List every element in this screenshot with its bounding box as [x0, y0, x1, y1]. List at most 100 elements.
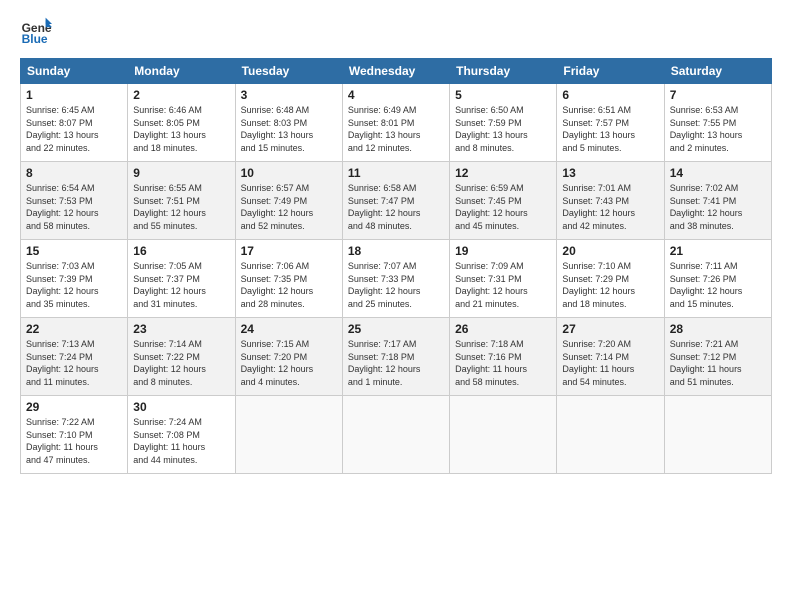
week-row-5: 29Sunrise: 7:22 AM Sunset: 7:10 PM Dayli… — [21, 396, 772, 474]
day-number: 2 — [133, 88, 229, 102]
day-cell: 6 Sunrise: 6:51 AM Sunset: 7:57 PM Daylig… — [557, 84, 664, 162]
calendar-table: SundayMondayTuesdayWednesdayThursdayFrid… — [20, 58, 772, 474]
week-row-3: 15 Sunrise: 7:03 AM Sunset: 7:39 PM Dayli… — [21, 240, 772, 318]
day-cell: 23 Sunrise: 7:14 AM Sunset: 7:22 PM Dayli… — [128, 318, 235, 396]
day-cell: 7 Sunrise: 6:53 AM Sunset: 7:55 PM Daylig… — [664, 84, 771, 162]
col-header-monday: Monday — [128, 59, 235, 84]
day-info: Sunrise: 7:17 AM Sunset: 7:18 PM Dayligh… — [348, 338, 444, 388]
day-info: Sunrise: 6:51 AM Sunset: 7:57 PM Dayligh… — [562, 104, 658, 154]
day-info: Sunrise: 7:20 AM Sunset: 7:14 PM Dayligh… — [562, 338, 658, 388]
day-info: Sunrise: 6:59 AM Sunset: 7:45 PM Dayligh… — [455, 182, 551, 232]
day-cell — [664, 396, 771, 474]
day-info: Sunrise: 6:54 AM Sunset: 7:53 PM Dayligh… — [26, 182, 122, 232]
day-info: Sunrise: 6:57 AM Sunset: 7:49 PM Dayligh… — [241, 182, 337, 232]
day-number: 23 — [133, 322, 229, 336]
day-info: Sunrise: 6:46 AM Sunset: 8:05 PM Dayligh… — [133, 104, 229, 154]
day-info: Sunrise: 7:01 AM Sunset: 7:43 PM Dayligh… — [562, 182, 658, 232]
day-number: 25 — [348, 322, 444, 336]
day-number: 30 — [133, 400, 229, 414]
day-info: Sunrise: 7:10 AM Sunset: 7:29 PM Dayligh… — [562, 260, 658, 310]
day-info: Sunrise: 7:09 AM Sunset: 7:31 PM Dayligh… — [455, 260, 551, 310]
day-number: 4 — [348, 88, 444, 102]
logo: General Blue — [20, 16, 56, 48]
day-cell — [342, 396, 449, 474]
day-number: 17 — [241, 244, 337, 258]
day-cell — [235, 396, 342, 474]
day-info: Sunrise: 7:14 AM Sunset: 7:22 PM Dayligh… — [133, 338, 229, 388]
day-cell: 20 Sunrise: 7:10 AM Sunset: 7:29 PM Dayli… — [557, 240, 664, 318]
day-cell: 11 Sunrise: 6:58 AM Sunset: 7:47 PM Dayli… — [342, 162, 449, 240]
day-info: Sunrise: 7:11 AM Sunset: 7:26 PM Dayligh… — [670, 260, 766, 310]
day-cell: 16 Sunrise: 7:05 AM Sunset: 7:37 PM Dayli… — [128, 240, 235, 318]
day-number: 5 — [455, 88, 551, 102]
day-cell: 15 Sunrise: 7:03 AM Sunset: 7:39 PM Dayli… — [21, 240, 128, 318]
column-headers: SundayMondayTuesdayWednesdayThursdayFrid… — [21, 59, 772, 84]
day-info: Sunrise: 6:53 AM Sunset: 7:55 PM Dayligh… — [670, 104, 766, 154]
day-cell: 14Sunrise: 7:02 AM Sunset: 7:41 PM Dayli… — [664, 162, 771, 240]
svg-text:Blue: Blue — [22, 32, 48, 46]
day-number: 16 — [133, 244, 229, 258]
logo-icon: General Blue — [20, 16, 52, 48]
day-cell: 1Sunrise: 6:45 AM Sunset: 8:07 PM Daylig… — [21, 84, 128, 162]
day-cell: 21 Sunrise: 7:11 AM Sunset: 7:26 PM Dayli… — [664, 240, 771, 318]
col-header-friday: Friday — [557, 59, 664, 84]
week-row-4: 22Sunrise: 7:13 AM Sunset: 7:24 PM Dayli… — [21, 318, 772, 396]
day-cell — [450, 396, 557, 474]
day-info: Sunrise: 6:48 AM Sunset: 8:03 PM Dayligh… — [241, 104, 337, 154]
day-number: 7 — [670, 88, 766, 102]
day-number: 29 — [26, 400, 122, 414]
day-cell: 10 Sunrise: 6:57 AM Sunset: 7:49 PM Dayli… — [235, 162, 342, 240]
day-info: Sunrise: 6:58 AM Sunset: 7:47 PM Dayligh… — [348, 182, 444, 232]
day-number: 8 — [26, 166, 122, 180]
day-number: 3 — [241, 88, 337, 102]
day-info: Sunrise: 7:06 AM Sunset: 7:35 PM Dayligh… — [241, 260, 337, 310]
day-number: 21 — [670, 244, 766, 258]
day-number: 19 — [455, 244, 551, 258]
week-row-1: 1Sunrise: 6:45 AM Sunset: 8:07 PM Daylig… — [21, 84, 772, 162]
day-number: 6 — [562, 88, 658, 102]
day-info: Sunrise: 7:15 AM Sunset: 7:20 PM Dayligh… — [241, 338, 337, 388]
day-number: 14 — [670, 166, 766, 180]
day-info: Sunrise: 7:18 AM Sunset: 7:16 PM Dayligh… — [455, 338, 551, 388]
day-number: 10 — [241, 166, 337, 180]
day-number: 18 — [348, 244, 444, 258]
col-header-tuesday: Tuesday — [235, 59, 342, 84]
day-cell: 18 Sunrise: 7:07 AM Sunset: 7:33 PM Dayli… — [342, 240, 449, 318]
day-info: Sunrise: 7:24 AM Sunset: 7:08 PM Dayligh… — [133, 416, 229, 466]
col-header-sunday: Sunday — [21, 59, 128, 84]
day-number: 11 — [348, 166, 444, 180]
day-cell: 26 Sunrise: 7:18 AM Sunset: 7:16 PM Dayli… — [450, 318, 557, 396]
day-number: 9 — [133, 166, 229, 180]
col-header-thursday: Thursday — [450, 59, 557, 84]
day-cell: 3 Sunrise: 6:48 AM Sunset: 8:03 PM Daylig… — [235, 84, 342, 162]
day-info: Sunrise: 6:50 AM Sunset: 7:59 PM Dayligh… — [455, 104, 551, 154]
day-cell: 29Sunrise: 7:22 AM Sunset: 7:10 PM Dayli… — [21, 396, 128, 474]
day-number: 15 — [26, 244, 122, 258]
day-cell: 25 Sunrise: 7:17 AM Sunset: 7:18 PM Dayli… — [342, 318, 449, 396]
day-info: Sunrise: 6:55 AM Sunset: 7:51 PM Dayligh… — [133, 182, 229, 232]
day-cell: 17 Sunrise: 7:06 AM Sunset: 7:35 PM Dayli… — [235, 240, 342, 318]
day-cell: 27Sunrise: 7:20 AM Sunset: 7:14 PM Dayli… — [557, 318, 664, 396]
page: General Blue SundayMondayTuesdayWednesda… — [0, 0, 792, 484]
day-cell: 4 Sunrise: 6:49 AM Sunset: 8:01 PM Daylig… — [342, 84, 449, 162]
col-header-wednesday: Wednesday — [342, 59, 449, 84]
day-number: 13 — [562, 166, 658, 180]
day-info: Sunrise: 7:05 AM Sunset: 7:37 PM Dayligh… — [133, 260, 229, 310]
day-info: Sunrise: 6:45 AM Sunset: 8:07 PM Dayligh… — [26, 104, 122, 154]
day-cell: 13 Sunrise: 7:01 AM Sunset: 7:43 PM Dayli… — [557, 162, 664, 240]
day-info: Sunrise: 7:21 AM Sunset: 7:12 PM Dayligh… — [670, 338, 766, 388]
day-number: 22 — [26, 322, 122, 336]
day-number: 12 — [455, 166, 551, 180]
day-number: 20 — [562, 244, 658, 258]
day-info: Sunrise: 7:03 AM Sunset: 7:39 PM Dayligh… — [26, 260, 122, 310]
day-cell — [557, 396, 664, 474]
week-row-2: 8 Sunrise: 6:54 AM Sunset: 7:53 PM Daylig… — [21, 162, 772, 240]
day-cell: 28Sunrise: 7:21 AM Sunset: 7:12 PM Dayli… — [664, 318, 771, 396]
day-number: 26 — [455, 322, 551, 336]
day-info: Sunrise: 7:07 AM Sunset: 7:33 PM Dayligh… — [348, 260, 444, 310]
day-cell: 2 Sunrise: 6:46 AM Sunset: 8:05 PM Daylig… — [128, 84, 235, 162]
day-cell: 19 Sunrise: 7:09 AM Sunset: 7:31 PM Dayli… — [450, 240, 557, 318]
day-info: Sunrise: 6:49 AM Sunset: 8:01 PM Dayligh… — [348, 104, 444, 154]
day-cell: 9 Sunrise: 6:55 AM Sunset: 7:51 PM Daylig… — [128, 162, 235, 240]
day-cell: 24Sunrise: 7:15 AM Sunset: 7:20 PM Dayli… — [235, 318, 342, 396]
